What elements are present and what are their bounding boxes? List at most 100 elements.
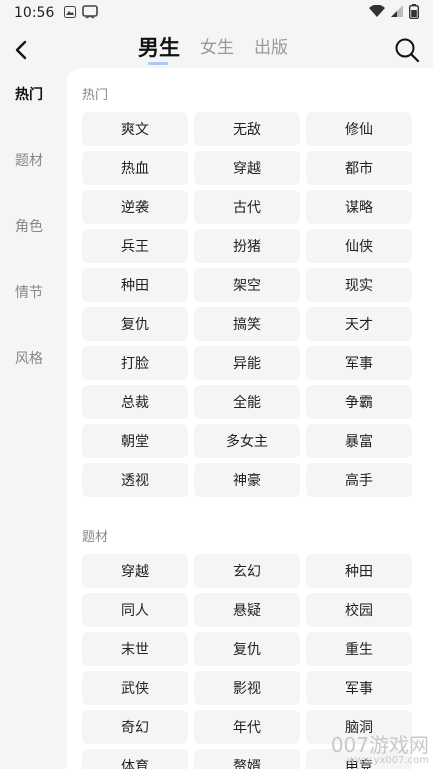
tag-chip-label: 种田 bbox=[345, 564, 373, 580]
sidebar-item-role[interactable]: 角色 bbox=[0, 216, 58, 236]
tab-female[interactable]: 女生 bbox=[200, 34, 234, 62]
sidebar-item-plot[interactable]: 情节 bbox=[0, 282, 58, 302]
tag-chip-label: 兵王 bbox=[121, 239, 149, 255]
tag-chip[interactable]: 种田 bbox=[306, 554, 412, 588]
tag-chip[interactable]: 复仇 bbox=[82, 307, 188, 341]
tag-chip-label: 打脸 bbox=[121, 356, 149, 372]
tag-chip[interactable]: 搞笑 bbox=[194, 307, 300, 341]
tag-chip[interactable]: 同人 bbox=[82, 593, 188, 627]
tag-chip[interactable]: 暴富 bbox=[306, 424, 412, 458]
tag-chip-label: 末世 bbox=[121, 642, 149, 658]
tag-chip-label: 天才 bbox=[345, 317, 373, 333]
tag-chip[interactable]: 总裁 bbox=[82, 385, 188, 419]
status-time: 10:56 bbox=[14, 5, 55, 21]
tab-label: 出版 bbox=[254, 38, 288, 58]
tag-chip-label: 多女主 bbox=[226, 434, 268, 450]
tab-label: 女生 bbox=[200, 38, 234, 58]
tag-chip[interactable]: 脑洞 bbox=[306, 710, 412, 744]
tag-chip[interactable]: 异能 bbox=[194, 346, 300, 380]
tag-chip[interactable]: 复仇 bbox=[194, 632, 300, 666]
tag-chip-label: 校园 bbox=[345, 603, 373, 619]
tag-chip-label: 悬疑 bbox=[233, 603, 261, 619]
sidebar-item-theme[interactable]: 题材 bbox=[0, 150, 58, 170]
tag-chip-label: 复仇 bbox=[121, 317, 149, 333]
tag-chip[interactable]: 谋略 bbox=[306, 190, 412, 224]
wifi-icon bbox=[369, 4, 385, 21]
tag-chip-label: 争霸 bbox=[345, 395, 373, 411]
tag-chip[interactable]: 穿越 bbox=[194, 151, 300, 185]
tag-panel: 热门 爽文 无敌 修仙 热血 穿越 都市 逆袭 古代 谋略 兵王 扮猪 仙侠 种田 架空 现实 复仇 搞笑 天才打… bbox=[67, 68, 433, 769]
sidebar-item-hot[interactable]: 热门 bbox=[0, 84, 58, 104]
tag-chip[interactable]: 争霸 bbox=[306, 385, 412, 419]
app-notification-icon bbox=[82, 4, 99, 22]
tag-chip[interactable]: 扮猪 bbox=[194, 229, 300, 263]
tag-chip-label: 神豪 bbox=[233, 473, 261, 489]
tag-chip-label: 谋略 bbox=[345, 200, 373, 216]
tag-chip[interactable]: 无敌 bbox=[194, 112, 300, 146]
tag-chip[interactable]: 打脸 bbox=[82, 346, 188, 380]
tag-chip-label: 异能 bbox=[233, 356, 261, 372]
tag-chip[interactable]: 古代 bbox=[194, 190, 300, 224]
tag-chip[interactable]: 全能 bbox=[194, 385, 300, 419]
tag-chip-label: 仙侠 bbox=[345, 239, 373, 255]
tag-chip-label: 种田 bbox=[121, 278, 149, 294]
tag-chip[interactable]: 军事 bbox=[306, 671, 412, 705]
sidebar: 热门 题材 角色 情节 风格 bbox=[0, 70, 66, 769]
tag-chip[interactable]: 武侠 bbox=[82, 671, 188, 705]
tag-chip-label: 穿越 bbox=[233, 161, 261, 177]
tag-chip-label: 同人 bbox=[121, 603, 149, 619]
tag-chip[interactable]: 现实 bbox=[306, 268, 412, 302]
tag-chip-label: 电竞 bbox=[345, 759, 373, 769]
sidebar-item-style[interactable]: 风格 bbox=[0, 348, 58, 368]
tag-chip-label: 无敌 bbox=[233, 122, 261, 138]
tag-chip[interactable]: 热血 bbox=[82, 151, 188, 185]
tag-chip-label: 逆袭 bbox=[121, 200, 149, 216]
tag-chip[interactable]: 兵王 bbox=[82, 229, 188, 263]
tag-chip-label: 脑洞 bbox=[345, 720, 373, 736]
tab-male[interactable]: 男生 bbox=[138, 34, 180, 65]
tag-chip[interactable]: 赘婿 bbox=[194, 749, 300, 769]
tag-chip-label: 架空 bbox=[233, 278, 261, 294]
tag-chip[interactable]: 天才 bbox=[306, 307, 412, 341]
back-button[interactable] bbox=[8, 36, 34, 64]
tag-chip[interactable]: 悬疑 bbox=[194, 593, 300, 627]
tag-chip[interactable]: 神豪 bbox=[194, 463, 300, 497]
tag-chip[interactable]: 年代 bbox=[194, 710, 300, 744]
tag-chip[interactable]: 穿越 bbox=[82, 554, 188, 588]
tag-chip-label: 总裁 bbox=[121, 395, 149, 411]
tag-chip[interactable]: 朝堂 bbox=[82, 424, 188, 458]
tag-chip[interactable]: 末世 bbox=[82, 632, 188, 666]
search-button[interactable] bbox=[393, 36, 421, 64]
tag-chip-label: 都市 bbox=[345, 161, 373, 177]
tag-chip[interactable]: 都市 bbox=[306, 151, 412, 185]
tag-chip-label: 全能 bbox=[233, 395, 261, 411]
tag-chip[interactable]: 奇幻 bbox=[82, 710, 188, 744]
tag-chip[interactable]: 架空 bbox=[194, 268, 300, 302]
tag-chip[interactable]: 逆袭 bbox=[82, 190, 188, 224]
tag-chip[interactable]: 玄幻 bbox=[194, 554, 300, 588]
tag-grid-theme: 穿越 玄幻 种田同人 悬疑 校园末世 复仇 重生武侠 影视 军事奇幻 年代 脑洞体育 赘婿 电竞 bbox=[82, 554, 412, 769]
image-icon bbox=[64, 5, 77, 21]
tag-chip[interactable]: 种田 bbox=[82, 268, 188, 302]
tag-chip[interactable]: 修仙 bbox=[306, 112, 412, 146]
tag-chip[interactable]: 校园 bbox=[306, 593, 412, 627]
top-bar: 男生 女生 出版 bbox=[0, 28, 433, 72]
tag-chip[interactable]: 电竞 bbox=[306, 749, 412, 769]
tag-chip[interactable]: 军事 bbox=[306, 346, 412, 380]
tag-chip[interactable]: 影视 bbox=[194, 671, 300, 705]
tag-chip[interactable]: 体育 bbox=[82, 749, 188, 769]
tag-chip[interactable]: 重生 bbox=[306, 632, 412, 666]
sidebar-item-label: 情节 bbox=[15, 285, 43, 301]
tag-chip[interactable]: 爽文 bbox=[82, 112, 188, 146]
sidebar-item-label: 角色 bbox=[15, 219, 43, 235]
tag-chip[interactable]: 多女主 bbox=[194, 424, 300, 458]
tag-chip-label: 修仙 bbox=[345, 122, 373, 138]
tag-grid-hot: 爽文 无敌 修仙热血 穿越 都市逆袭 古代 谋略兵王 扮猪 仙侠种田 架空 现实复仇 搞笑 天才打脸 异能… bbox=[82, 112, 412, 497]
tag-chip[interactable]: 高手 bbox=[306, 463, 412, 497]
tab-publishing[interactable]: 出版 bbox=[254, 34, 288, 62]
sidebar-item-label: 风格 bbox=[15, 351, 43, 367]
tag-chip[interactable]: 仙侠 bbox=[306, 229, 412, 263]
tag-chip-label: 重生 bbox=[345, 642, 373, 658]
category-tabs: 男生 女生 出版 bbox=[138, 34, 288, 65]
tag-chip[interactable]: 透视 bbox=[82, 463, 188, 497]
